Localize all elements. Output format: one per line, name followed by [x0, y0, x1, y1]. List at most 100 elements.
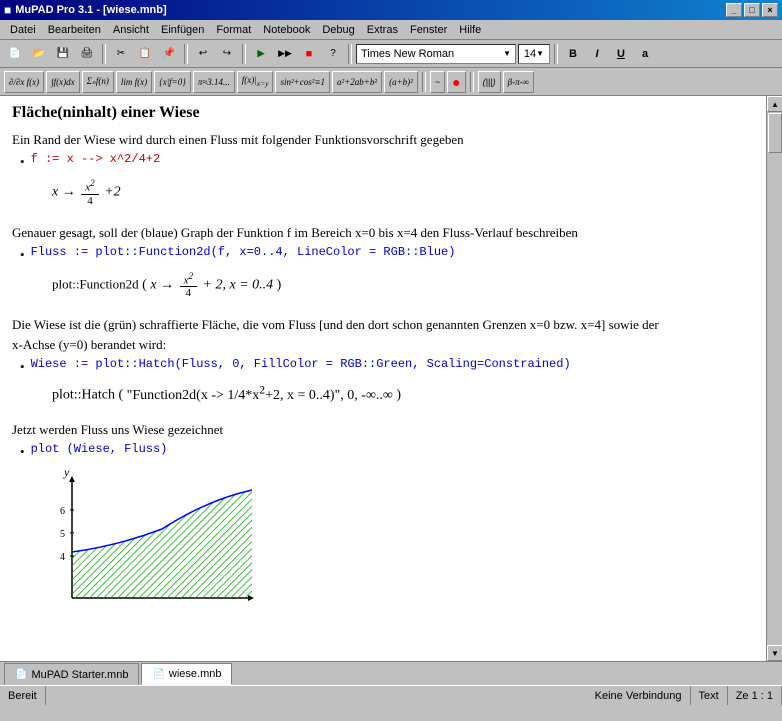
chart-container: y 6 5 4: [42, 468, 754, 617]
math-sep: [422, 72, 426, 92]
font-size: 14: [524, 48, 536, 60]
math-display-2: plot::Function2d ( x → x2 4 + 2, x = 0..…: [52, 271, 754, 300]
scroll-thumb[interactable]: [768, 113, 782, 153]
status-bar: Bereit Keine Verbindung Text Ze 1 : 1: [0, 685, 782, 705]
trig-button[interactable]: sin²+cos²≡1: [275, 71, 330, 93]
bullet-row-4: • plot (Wiese, Fluss): [20, 442, 754, 460]
main-toolbar: 📄 📂 💾 🖨 ✂ 📋 📌 ↩ ↪ ▶ ▶▶ ■ ? Times New Rom…: [0, 40, 782, 68]
undo-button[interactable]: ↩: [192, 43, 214, 65]
menu-fenster[interactable]: Fenster: [404, 22, 453, 38]
menu-einfuegen[interactable]: Einfügen: [155, 22, 210, 38]
bullet-4: •: [20, 444, 25, 460]
menu-bearbeiten[interactable]: Bearbeiten: [42, 22, 107, 38]
expand-button[interactable]: a²+2ab+b²: [332, 71, 382, 93]
new-button[interactable]: 📄: [4, 43, 26, 65]
svg-text:y: y: [63, 468, 70, 479]
content-area[interactable]: Fläche(ninhalt) einer Wiese Ein Rand der…: [0, 96, 766, 661]
scroll-down-button[interactable]: ▼: [767, 645, 782, 661]
underline-button[interactable]: U: [610, 43, 632, 65]
status-text-label: Text: [699, 690, 719, 702]
print-button[interactable]: 🖨: [76, 43, 98, 65]
stop-button[interactable]: ■: [298, 43, 320, 65]
derivative-button[interactable]: ∂/∂x f(x): [4, 71, 44, 93]
subst-button[interactable]: f(x)|x=y: [237, 71, 274, 93]
menu-extras[interactable]: Extras: [361, 22, 404, 38]
bullet-1: •: [20, 154, 25, 170]
tab-icon-1: 📄: [15, 669, 27, 680]
tab-icon-2: 📄: [152, 669, 164, 680]
plot-button[interactable]: ~: [430, 71, 445, 93]
menu-hilfe[interactable]: Hilfe: [453, 22, 487, 38]
align-button[interactable]: a: [634, 43, 656, 65]
limit-button[interactable]: lim f(x): [116, 71, 152, 93]
eval-button[interactable]: ▶: [250, 43, 272, 65]
scroll-up-button[interactable]: ▲: [767, 96, 782, 112]
para3-line1: Die Wiese ist die (grün) schraffierte Fl…: [12, 317, 754, 333]
font-dropdown-icon[interactable]: ▼: [503, 49, 511, 58]
tab-mupad-starter[interactable]: 📄 MuPAD Starter.mnb: [4, 663, 139, 685]
tab-bar: 📄 MuPAD Starter.mnb 📄 wiese.mnb: [0, 661, 782, 685]
math-display-3: plot::Hatch ( "Function2d(x -> 1/4*x2+2,…: [52, 383, 754, 404]
tab-wiese[interactable]: 📄 wiese.mnb: [141, 663, 232, 685]
status-ready: Bereit: [0, 686, 46, 705]
size-dropdown-icon[interactable]: ▼: [536, 49, 544, 58]
factor-button[interactable]: (a+b)²: [384, 71, 418, 93]
font-name: Times New Roman: [361, 48, 503, 60]
paste-button[interactable]: 📌: [158, 43, 180, 65]
chart-svg: y 6 5 4: [42, 468, 262, 613]
copy-button[interactable]: 📋: [134, 43, 156, 65]
math-sep-2: [470, 72, 474, 92]
bullet-row-2: • Fluss := plot::Function2d(f, x=0..4, L…: [20, 245, 754, 263]
greek-button[interactable]: β-π-∞: [503, 71, 534, 93]
cut-button[interactable]: ✂: [110, 43, 132, 65]
svg-text:6: 6: [60, 506, 65, 517]
tab-label-2: wiese.mnb: [169, 668, 222, 680]
toolbar-sep-3: [242, 44, 246, 64]
status-position: Ze 1 : 1: [728, 686, 782, 705]
bold-button[interactable]: B: [562, 43, 584, 65]
status-pos-text: Ze 1 : 1: [736, 690, 773, 702]
menu-debug[interactable]: Debug: [316, 22, 360, 38]
maximize-button[interactable]: □: [744, 3, 760, 17]
menu-bar: Datei Bearbeiten Ansicht Einfügen Format…: [0, 20, 782, 40]
math-display-1: x → x2 4 +2: [52, 178, 754, 207]
vertical-scrollbar[interactable]: ▲ ▼: [766, 96, 782, 661]
integral-button[interactable]: ∫f(x)dx: [46, 71, 79, 93]
close-button[interactable]: ×: [762, 3, 778, 17]
italic-button[interactable]: I: [586, 43, 608, 65]
minimize-button[interactable]: _: [726, 3, 742, 17]
code4[interactable]: plot (Wiese, Fluss): [31, 442, 168, 456]
redo-button[interactable]: ↪: [216, 43, 238, 65]
page-title: Fläche(ninhalt) einer Wiese: [12, 104, 754, 122]
code3[interactable]: Wiese := plot::Hatch(Fluss, 0, FillColor…: [31, 357, 571, 371]
code2[interactable]: Fluss := plot::Function2d(f, x=0..4, Lin…: [31, 245, 456, 259]
eval-all-button[interactable]: ▶▶: [274, 43, 296, 65]
menu-notebook[interactable]: Notebook: [257, 22, 316, 38]
status-connection-text: Keine Verbindung: [595, 690, 682, 702]
svg-text:4: 4: [60, 552, 65, 563]
code1[interactable]: f := x --> x^2/4+2: [31, 152, 161, 166]
math1-suffix: +2: [104, 185, 120, 200]
size-selector[interactable]: 14 ▼: [518, 44, 550, 64]
para2: Genauer gesagt, soll der (blaue) Graph d…: [12, 225, 754, 241]
title-bar: ■ MuPAD Pro 3.1 - [wiese.mnb] _ □ ×: [0, 0, 782, 20]
matrix-button[interactable]: (|||): [478, 71, 501, 93]
menu-format[interactable]: Format: [210, 22, 257, 38]
open-button[interactable]: 📂: [28, 43, 50, 65]
save-button[interactable]: 💾: [52, 43, 74, 65]
dot-button[interactable]: ●: [447, 71, 465, 93]
status-connection: Keine Verbindung: [587, 686, 691, 705]
sum-button[interactable]: Σₙf(n): [82, 71, 114, 93]
font-selector[interactable]: Times New Roman ▼: [356, 44, 516, 64]
help-button[interactable]: ?: [322, 43, 344, 65]
para4: Jetzt werden Fluss uns Wiese gezeichnet: [12, 422, 754, 438]
para1: Ein Rand der Wiese wird durch einen Flus…: [12, 132, 754, 148]
menu-datei[interactable]: Datei: [4, 22, 42, 38]
bullet-row-1: • f := x --> x^2/4+2: [20, 152, 754, 170]
math1-prefix: x →: [52, 185, 76, 200]
svg-text:5: 5: [60, 529, 65, 540]
toolbar-sep-1: [102, 44, 106, 64]
solve-button[interactable]: {x|f=0}: [154, 71, 191, 93]
pi-button[interactable]: π≈3.14...: [193, 71, 235, 93]
menu-ansicht[interactable]: Ansicht: [107, 22, 155, 38]
